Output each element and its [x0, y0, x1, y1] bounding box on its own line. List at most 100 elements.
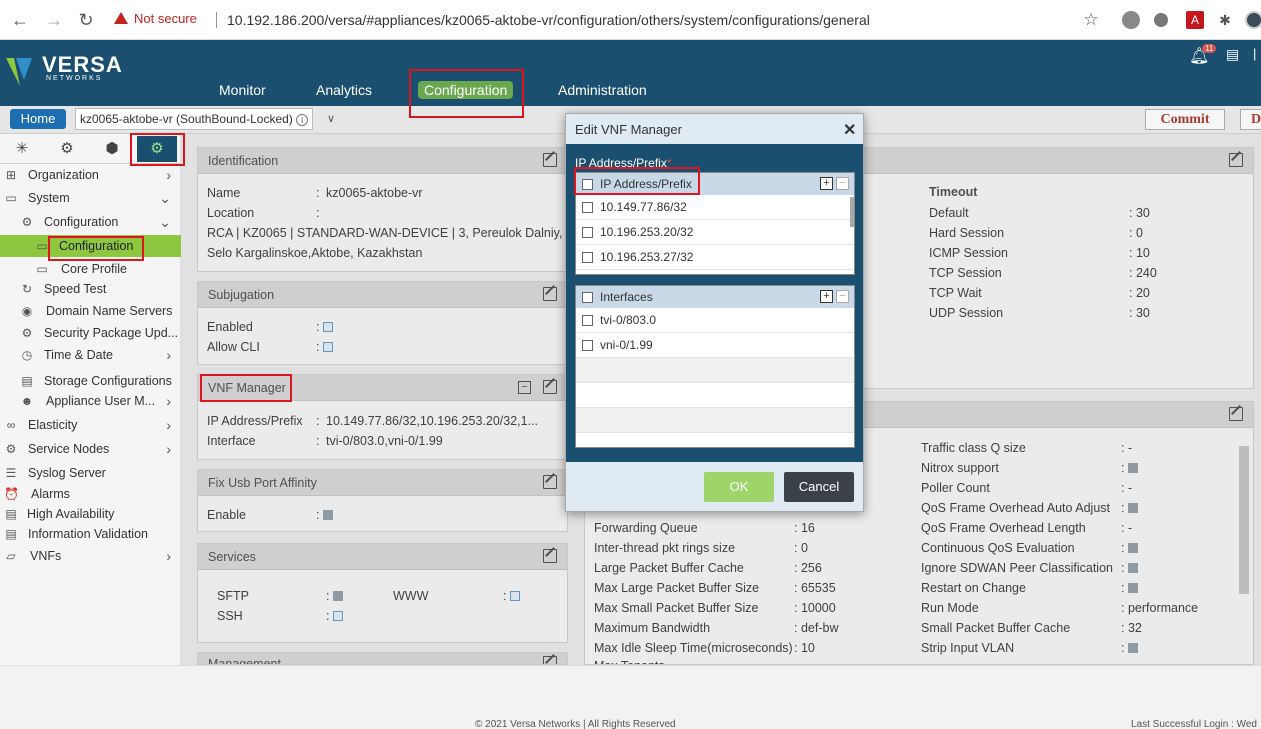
sidebar-item-configuration-group[interactable]: ⚙ Configuration ⌄	[0, 211, 181, 233]
validation-icon: ▤	[5, 527, 17, 541]
users-icon: ☻	[20, 394, 34, 408]
chevron-right-icon: ›	[166, 441, 171, 457]
sidebar-item-high-availability[interactable]: ▤ High Availability	[0, 503, 181, 525]
not-secure-indicator[interactable]: Not secure	[114, 11, 197, 26]
highlight-box	[200, 374, 292, 402]
address-bar[interactable]: 10.192.186.200/versa/#appliances/kz0065-…	[227, 12, 870, 28]
sidebar-item-speed-test[interactable]: ↻ Speed Test	[0, 278, 181, 300]
gear-icon[interactable]: ⚙	[47, 136, 87, 162]
extension-icon[interactable]	[1122, 11, 1140, 29]
sidebar-item-vnfs[interactable]: ▱ VNFs ›	[0, 545, 181, 567]
column-header: Interfaces	[600, 290, 653, 304]
sidebar-item-information-validation[interactable]: ▤ Information Validation	[0, 523, 181, 545]
notification-badge: 11	[1202, 44, 1217, 53]
ip-value: 10.196.253.27/32	[600, 250, 694, 264]
add-icon[interactable]: +	[820, 290, 833, 303]
chevron-down-icon: ⌄	[159, 214, 171, 230]
sidebar-item-label: System	[28, 191, 70, 205]
interface-row[interactable]: vni-0/1.99	[576, 333, 854, 358]
url-separator	[216, 12, 217, 28]
row-checkbox[interactable]	[582, 227, 593, 238]
copyright-text: © 2021 Versa Networks | All Rights Reser…	[475, 719, 676, 729]
syslog-icon: ☰	[5, 466, 17, 480]
sidebar-item-elasticity[interactable]: ∞ Elasticity ›	[0, 414, 181, 436]
row-checkbox[interactable]	[582, 315, 593, 326]
sidebar-item-alarms[interactable]: ⏰ Alarms	[0, 483, 181, 505]
appliance-name: kz0065-aktobe-vr (SouthBound-Locked)	[80, 112, 293, 126]
sidebar-item-time-date[interactable]: ◷ Time & Date ›	[0, 344, 181, 366]
last-login-text: Last Successful Login : Wed	[1131, 719, 1257, 729]
interface-row[interactable]: tvi-0/803.0	[576, 308, 854, 333]
empty-row	[576, 358, 854, 383]
home-button[interactable]: Home	[10, 109, 66, 129]
sidebar-item-core-profile[interactable]: ▭ Core Profile	[0, 258, 181, 280]
star-icon[interactable]: ☆	[1081, 10, 1101, 30]
add-icon[interactable]: +	[820, 177, 833, 190]
footer: © 2021 Versa Networks | All Rights Reser…	[0, 665, 1261, 729]
clock-icon: ◷	[21, 348, 33, 362]
interfaces-grid: Interfaces + − tvi-0/803.0 vni-0/1.99	[575, 285, 855, 448]
elasticity-icon: ∞	[6, 418, 16, 432]
highlight-box	[48, 236, 144, 261]
ip-row[interactable]: 10.196.253.27/32	[576, 245, 854, 270]
core-profile-icon: ▭	[36, 262, 48, 276]
alarm-icon: ⏰	[4, 487, 19, 501]
nav-administration[interactable]: Administration	[558, 82, 647, 98]
versa-logo: VERSA NETWORKS	[6, 46, 146, 86]
sidebar-item-security-package[interactable]: ⚙ Security Package Upd...	[0, 322, 181, 344]
close-icon[interactable]: ✕	[843, 120, 856, 140]
nav-analytics[interactable]: Analytics	[316, 82, 372, 98]
empty-row	[576, 383, 854, 408]
sidebar-item-label: VNFs	[30, 549, 62, 563]
extension-icon[interactable]	[1154, 13, 1168, 27]
sidebar-item-label: Information Validation	[28, 527, 148, 541]
ip-row[interactable]: 10.149.77.86/32	[576, 195, 854, 220]
scrollbar[interactable]	[850, 197, 854, 227]
interface-value: tvi-0/803.0	[600, 313, 657, 327]
forward-icon[interactable]: →	[44, 10, 64, 30]
sidebar-item-organization[interactable]: ⊞ Organization ›	[0, 164, 181, 186]
speed-icon: ↻	[21, 282, 33, 296]
chevron-down-icon: ⌄	[159, 190, 171, 206]
sidebar-item-label: Elasticity	[28, 418, 78, 432]
chevron-down-icon[interactable]: ∨	[327, 112, 335, 125]
select-all-checkbox[interactable]	[582, 292, 593, 303]
reload-icon[interactable]: ↻	[76, 10, 96, 30]
puzzle-icon[interactable]: ✱	[1215, 10, 1235, 30]
system-icon: ▭	[5, 191, 17, 205]
logo-subtext: NETWORKS	[46, 75, 103, 82]
profile-avatar[interactable]	[1245, 11, 1261, 29]
ip-value: 10.196.253.20/32	[600, 225, 694, 239]
cube-icon[interactable]: ⬢	[92, 136, 132, 162]
ip-row[interactable]: 10.196.253.20/32	[576, 220, 854, 245]
sidebar-item-service-nodes[interactable]: ⚙ Service Nodes ›	[0, 438, 181, 460]
row-checkbox[interactable]	[582, 340, 593, 351]
row-checkbox[interactable]	[582, 252, 593, 263]
app-header: VERSA NETWORKS Monitor Analytics Configu…	[0, 40, 1261, 106]
overflow-button[interactable]: D	[1240, 109, 1261, 130]
pdf-extension-icon[interactable]: A	[1186, 11, 1204, 29]
empty-row	[576, 408, 854, 433]
sidebar-item-label: High Availability	[27, 507, 115, 521]
sidebar-item-dns[interactable]: ◉ Domain Name Servers	[0, 300, 181, 322]
remove-icon[interactable]: −	[836, 290, 849, 303]
sidebar-item-label: Storage Configurations	[44, 374, 172, 388]
highlight-box	[574, 167, 700, 195]
remove-icon[interactable]: −	[836, 177, 849, 190]
back-icon[interactable]: ←	[10, 10, 30, 30]
commit-button[interactable]: Commit	[1145, 109, 1225, 130]
row-checkbox[interactable]	[582, 202, 593, 213]
cancel-button[interactable]: Cancel	[784, 472, 854, 502]
sidebar-item-label: Configuration	[44, 215, 119, 229]
ok-button[interactable]: OK	[704, 472, 774, 502]
chevron-right-icon: ›	[166, 393, 171, 409]
document-icon[interactable]: ▤	[1226, 46, 1239, 63]
sidebar-item-appliance-user[interactable]: ☻ Appliance User M... ›	[0, 390, 181, 412]
sidebar-item-syslog[interactable]: ☰ Syslog Server	[0, 462, 181, 484]
info-icon[interactable]: i	[296, 114, 309, 126]
appliance-selector[interactable]: kz0065-aktobe-vr (SouthBound-Locked) i	[75, 108, 314, 130]
network-icon[interactable]: ✳	[2, 136, 42, 162]
sidebar-item-system[interactable]: ▭ System ⌄	[0, 187, 181, 209]
sidebar-item-storage[interactable]: ▤ Storage Configurations	[0, 370, 181, 392]
nav-monitor[interactable]: Monitor	[219, 82, 266, 98]
